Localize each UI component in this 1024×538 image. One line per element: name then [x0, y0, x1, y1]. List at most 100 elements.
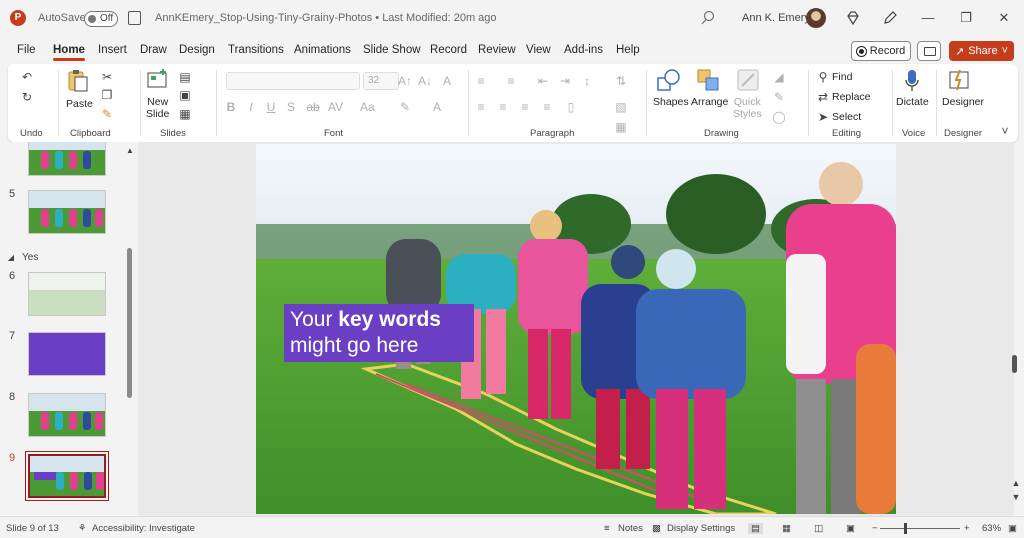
select-icon[interactable]: ➤	[816, 110, 830, 124]
bullets-icon[interactable]: ≡	[474, 74, 488, 88]
tab-view[interactable]: View	[526, 44, 551, 56]
zoom-out-icon[interactable]: −	[872, 523, 878, 534]
shape-fill-icon[interactable]: ◢	[772, 70, 786, 84]
highlight-icon[interactable]: ✎	[398, 100, 412, 114]
canvas-scrollbar[interactable]	[1012, 355, 1017, 373]
strikethrough-icon[interactable]: ab	[306, 100, 320, 114]
close-icon[interactable]: ✕	[996, 10, 1012, 26]
fit-to-window-icon[interactable]: ▣	[1008, 523, 1017, 534]
font-size-select[interactable]: 32	[363, 72, 399, 90]
tab-slide-show[interactable]: Slide Show	[363, 44, 421, 56]
find-button[interactable]: Find	[832, 71, 852, 83]
thumbnails-scrollbar[interactable]	[127, 248, 132, 398]
tab-insert[interactable]: Insert	[98, 44, 127, 56]
notes-icon[interactable]: ≡	[604, 523, 610, 534]
shapes-button[interactable]: Shapes	[653, 96, 689, 108]
clear-format-icon[interactable]: A	[440, 74, 454, 88]
callout-textbox[interactable]: Your key words might go here	[284, 304, 474, 362]
decrease-indent-icon[interactable]: ⇤	[536, 74, 550, 88]
next-slide-icon[interactable]: ▼	[1009, 490, 1023, 504]
align-text-icon[interactable]: ▧	[614, 100, 628, 114]
align-center-icon[interactable]: ≡	[496, 100, 510, 114]
user-name[interactable]: Ann K. Emery	[742, 12, 810, 24]
paste-icon[interactable]	[66, 68, 90, 94]
search-icon[interactable]	[700, 10, 716, 26]
arrange-icon[interactable]	[696, 68, 722, 94]
zoom-in-icon[interactable]: +	[964, 523, 970, 534]
paste-button[interactable]: Paste	[66, 98, 93, 110]
columns-icon[interactable]: ▯	[564, 100, 578, 114]
designer-icon[interactable]	[948, 68, 972, 92]
accessibility-status[interactable]: Accessibility: Investigate	[92, 523, 195, 534]
slide-thumbnail-4[interactable]	[28, 142, 106, 176]
underline-icon[interactable]: U	[264, 100, 278, 114]
slide-thumbnail-6[interactable]	[28, 272, 106, 316]
save-icon[interactable]	[128, 11, 141, 25]
tab-animations[interactable]: Animations	[294, 44, 351, 56]
undo-icon[interactable]: ↶	[20, 70, 34, 84]
smartart-icon[interactable]: ▦	[614, 120, 628, 134]
change-case-icon[interactable]: Aa	[360, 100, 375, 114]
italic-icon[interactable]: I	[244, 100, 258, 114]
diamond-icon[interactable]	[845, 10, 861, 26]
format-painter-icon[interactable]: ✎	[100, 107, 114, 121]
tab-help[interactable]: Help	[616, 44, 640, 56]
previous-slide-icon[interactable]: ▲	[1009, 476, 1023, 490]
restore-icon[interactable]: ❐	[958, 10, 974, 26]
normal-view-icon[interactable]: ▤	[748, 523, 763, 534]
tab-transitions[interactable]: Transitions	[228, 44, 284, 56]
minimize-icon[interactable]: —	[920, 10, 936, 26]
shape-effects-icon[interactable]: ◯	[772, 110, 786, 124]
text-direction-icon[interactable]: ⇅	[614, 74, 628, 88]
slide-9[interactable]: Your key words might go here	[256, 144, 896, 514]
slide-thumbnail-9[interactable]	[28, 454, 106, 498]
notes-button[interactable]: Notes	[618, 523, 643, 534]
tab-review[interactable]: Review	[478, 44, 516, 56]
font-family-select[interactable]	[226, 72, 360, 90]
align-right-icon[interactable]: ≡	[518, 100, 532, 114]
numbering-icon[interactable]: ≡	[504, 74, 518, 88]
find-icon[interactable]: ⚲	[816, 70, 830, 84]
replace-icon[interactable]: ⇄	[816, 90, 830, 104]
display-settings-icon[interactable]: ▩	[652, 523, 661, 534]
copy-icon[interactable]: ❐	[100, 88, 114, 102]
share-button[interactable]: ↗ Share ˅	[949, 41, 1014, 61]
accessibility-icon[interactable]: ⚘	[78, 523, 87, 534]
align-left-icon[interactable]: ≡	[474, 100, 488, 114]
comments-button[interactable]	[917, 41, 941, 61]
section-icon[interactable]: ▦	[178, 107, 192, 121]
section-label[interactable]: Yes	[22, 252, 38, 263]
justify-icon[interactable]: ≡	[540, 100, 554, 114]
zoom-slider-handle[interactable]	[904, 523, 907, 534]
record-button[interactable]: Record	[851, 41, 911, 61]
line-spacing-icon[interactable]: ↕	[580, 74, 594, 88]
cut-icon[interactable]: ✂	[100, 70, 114, 84]
reset-icon[interactable]: ▣	[178, 88, 192, 102]
font-color-icon[interactable]: A	[430, 100, 444, 114]
collapse-ribbon-icon[interactable]: ˅	[998, 124, 1012, 138]
redo-icon[interactable]: ↻	[20, 90, 34, 104]
zoom-level[interactable]: 63%	[982, 523, 1001, 534]
slide-sorter-icon[interactable]: ▦	[782, 523, 791, 534]
microphone-icon[interactable]	[904, 68, 920, 94]
tab-draw[interactable]: Draw	[140, 44, 167, 56]
autosave-toggle[interactable]: Off	[84, 11, 118, 27]
tab-design[interactable]: Design	[179, 44, 215, 56]
display-settings-button[interactable]: Display Settings	[667, 523, 735, 534]
slide-thumbnail-5[interactable]	[28, 190, 106, 234]
new-slide-button[interactable]: New Slide	[146, 96, 169, 120]
zoom-slider[interactable]	[880, 528, 960, 529]
reading-view-icon[interactable]: ◫	[814, 523, 823, 534]
increase-font-icon[interactable]: A↑	[398, 74, 412, 88]
layout-icon[interactable]: ▤	[178, 70, 192, 84]
dictate-button[interactable]: Dictate	[896, 96, 929, 108]
arrange-button[interactable]: Arrange	[691, 96, 728, 108]
new-slide-icon[interactable]	[146, 68, 170, 92]
tab-home[interactable]: Home	[53, 44, 85, 61]
designer-button[interactable]: Designer	[942, 96, 984, 108]
avatar[interactable]	[806, 8, 826, 28]
tab-file[interactable]: File	[17, 44, 36, 56]
pen-icon[interactable]	[882, 10, 898, 26]
quick-styles-button[interactable]: Quick Styles	[733, 96, 762, 120]
bold-icon[interactable]: B	[224, 100, 238, 114]
